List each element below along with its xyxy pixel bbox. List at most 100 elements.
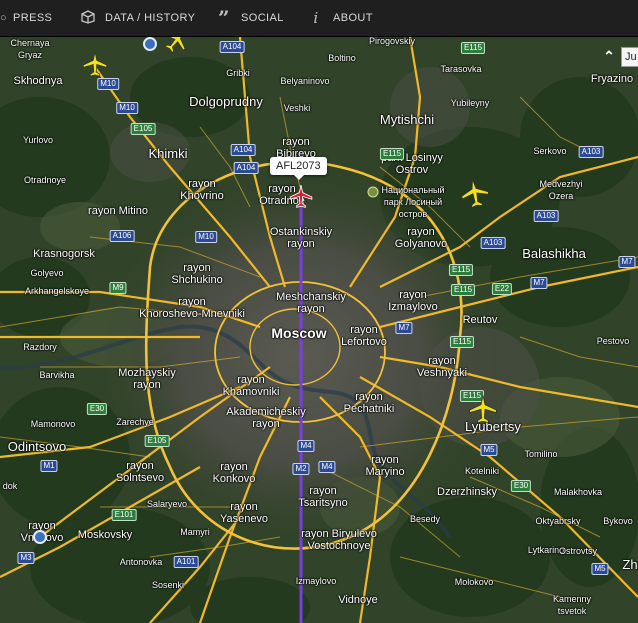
- map-label: rayon Konkovo: [212, 461, 256, 485]
- nav-social-label: SOCIAL: [241, 12, 284, 24]
- map-label: Sosenki: [151, 580, 185, 590]
- map-label: Veshki: [283, 103, 311, 113]
- nav-data-history[interactable]: DATA / HISTORY: [80, 0, 195, 36]
- quote-icon: ”: [218, 6, 230, 30]
- map-label: rayon Lefortovo: [341, 324, 387, 348]
- highway-shield: A104: [233, 162, 259, 174]
- map-label: Barvikha: [39, 370, 75, 380]
- highway-shield: E22: [491, 283, 513, 295]
- nav-about-label: ABOUT: [333, 12, 373, 24]
- highway-shield: M5: [480, 444, 498, 456]
- highway-shield: E115: [379, 148, 405, 160]
- aircraft-icon[interactable]: [467, 394, 499, 426]
- map-label: Skhodnya: [13, 75, 63, 87]
- map-label: Odintsovo: [7, 439, 67, 454]
- map-label: rayon Shchukino: [171, 262, 223, 286]
- airport-marker[interactable]: [33, 530, 47, 544]
- highway-shield: A103: [480, 237, 506, 249]
- map-label: Meshchanskiy rayon: [276, 291, 346, 315]
- map-label: Krasnogorsk: [33, 248, 95, 260]
- map-label: Mamyri: [180, 527, 210, 537]
- highway-shield: M3: [17, 552, 35, 564]
- map-label: Belyaninovo: [280, 76, 330, 86]
- map-label: Kamenny tsvetok: [552, 594, 592, 616]
- map-label: Zarechye: [116, 417, 154, 427]
- map-label: Ostankinskiy rayon: [269, 226, 333, 250]
- map-label: Malakhovka: [553, 487, 603, 497]
- map-label: rayon Izmaylovo: [388, 289, 438, 313]
- map-label: Akademicheskiy rayon: [226, 406, 306, 430]
- map-label: Moskovsky: [77, 529, 133, 541]
- map-label: Antonovka: [119, 557, 163, 567]
- map-label: Bykovo: [603, 516, 633, 526]
- highway-shield: M1: [40, 460, 58, 472]
- map-label: Zh: [622, 557, 638, 572]
- map-label: Boltino: [328, 53, 356, 63]
- map-label: Khimki: [148, 146, 188, 161]
- park-marker: [367, 186, 379, 198]
- map-label: Oktyabrsky: [535, 516, 581, 526]
- map-label: Pestovo: [596, 336, 630, 346]
- map-label: rayon Khovrino: [180, 178, 224, 202]
- map-label: Yurlovo: [22, 135, 54, 145]
- map-label: Salaryevo: [146, 499, 188, 509]
- map-label: rayon Khoroshevo-Mnevniki: [139, 296, 245, 320]
- map-label: dok: [2, 481, 18, 491]
- highway-shield: E115: [450, 284, 476, 296]
- highway-shield: A101: [173, 556, 199, 568]
- highway-shield: E105: [144, 435, 170, 447]
- nav-social[interactable]: ” SOCIAL: [216, 0, 284, 36]
- highway-shield: M10: [97, 78, 119, 90]
- map-label: Otradnoye: [23, 175, 67, 185]
- highway-shield: M7: [530, 277, 548, 289]
- nav-about[interactable]: i ABOUT: [308, 0, 373, 36]
- highway-shield: M7: [395, 322, 413, 334]
- nav-press-label: PRESS: [13, 12, 53, 24]
- highway-shield: E115: [448, 264, 474, 276]
- flight-map[interactable]: Chernaya Gryaz Skhodnya Gribki Boltino Pi…: [0, 37, 638, 623]
- map-label: Razdory: [23, 342, 57, 352]
- map-label: Chernaya Gryaz: [10, 38, 50, 60]
- map-label: Mamonovo: [30, 419, 76, 429]
- highway-shield: E30: [86, 403, 108, 415]
- highway-shield: A106: [109, 230, 135, 242]
- map-label: Golyevo: [30, 268, 64, 278]
- nav-press[interactable]: ○ PRESS: [0, 0, 52, 36]
- box-icon: [80, 9, 96, 27]
- map-label: rayon Yasenevo: [219, 501, 269, 525]
- highway-shield: A104: [230, 144, 256, 156]
- highway-shield: E105: [130, 123, 156, 135]
- map-label: Mytishchi: [379, 112, 435, 127]
- map-label: Besedy: [409, 514, 441, 524]
- highway-shield: E115: [449, 336, 475, 348]
- aircraft-icon[interactable]: [162, 37, 190, 55]
- map-label: Yubileyny: [450, 98, 490, 108]
- flight-callout[interactable]: AFL2073: [270, 157, 327, 180]
- highway-shield: A103: [533, 210, 559, 222]
- highway-shield: M5: [591, 563, 609, 575]
- highway-shield: M10: [116, 102, 138, 114]
- map-label: Kotelniki: [464, 466, 500, 476]
- map-label: Tarasovka: [440, 64, 482, 74]
- map-label: rayon Veshnyaki: [416, 355, 468, 379]
- map-label: Reutov: [462, 314, 498, 326]
- map-label: Dolgoprudny: [189, 94, 263, 109]
- aircraft-icon[interactable]: [81, 51, 109, 79]
- map-label: Molokovo: [454, 577, 494, 587]
- highway-shield: A104: [219, 41, 245, 53]
- date-tab[interactable]: Ju: [621, 47, 638, 67]
- globe-icon: ○: [0, 12, 8, 24]
- map-label: Pirogovskiy: [368, 37, 416, 46]
- airport-marker[interactable]: [143, 37, 157, 51]
- aircraft-icon[interactable]: [459, 178, 491, 210]
- highway-shield: M7: [618, 256, 636, 268]
- selected-aircraft-icon[interactable]: [288, 184, 314, 210]
- map-label: rayon Khamovniki: [222, 374, 280, 398]
- map-label: Serkovo: [533, 146, 567, 156]
- highway-shield: M2: [292, 463, 310, 475]
- map-label: rayon Solntsevo: [115, 460, 165, 484]
- map-label: Gribki: [226, 68, 250, 78]
- map-label: Tomilino: [524, 449, 558, 459]
- collapse-panel-icon[interactable]: ⌃: [600, 47, 618, 65]
- map-label-moscow: Moscow: [271, 325, 327, 341]
